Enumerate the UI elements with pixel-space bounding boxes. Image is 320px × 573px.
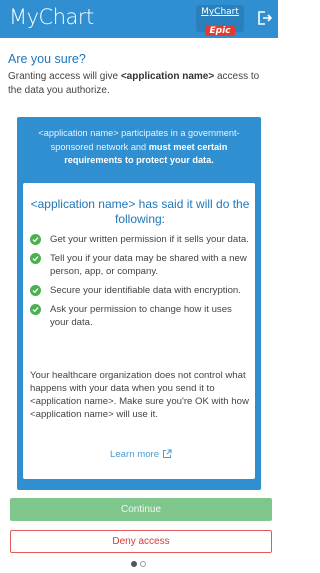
page-dot-inactive <box>140 561 146 567</box>
check-icon <box>30 234 41 245</box>
check-icon <box>30 304 41 315</box>
card-title: <application name> has said it will do t… <box>30 197 250 226</box>
external-link-icon <box>159 449 172 460</box>
pagination-dots <box>131 560 151 568</box>
learn-more-link[interactable]: Learn more <box>110 449 172 460</box>
list-item-text: Tell you if your data may be shared with… <box>50 253 247 277</box>
disclaimer-text: Your healthcare organization does not co… <box>30 370 249 420</box>
list-item-text: Secure your identifiable data with encry… <box>50 285 241 296</box>
mychart-epic-badge: MyChart Epic <box>196 5 244 36</box>
badge-epic-text: Epic <box>205 26 235 36</box>
page-dot-active <box>131 561 137 567</box>
commitments-list: Get your written permission if it sells … <box>30 233 252 335</box>
learn-more-label: Learn more <box>110 449 160 460</box>
list-item-text: Get your written permission if it sells … <box>50 234 249 245</box>
panel-note: <application name> participates in a gov… <box>22 127 256 168</box>
intro-text: Granting access will give <application n… <box>8 70 272 98</box>
check-icon <box>30 253 41 264</box>
intro-prefix: Granting access will give <box>8 71 121 82</box>
list-item: Get your written permission if it sells … <box>30 233 252 246</box>
list-item-text: Ask your permission to change how it use… <box>50 304 232 328</box>
logout-icon[interactable] <box>255 9 273 27</box>
app-header: MyChart MyChart Epic <box>0 0 278 38</box>
check-icon <box>30 285 41 296</box>
list-item: Secure your identifiable data with encry… <box>30 284 252 297</box>
deny-access-button[interactable]: Deny access <box>10 530 272 553</box>
badge-mychart-text: MyChart <box>201 7 239 17</box>
list-item: Tell you if your data may be shared with… <box>30 252 252 278</box>
continue-button[interactable]: Continue <box>10 498 272 521</box>
list-item: Ask your permission to change how it use… <box>30 303 252 329</box>
mychart-logo: MyChart <box>9 5 94 29</box>
intro-app-name: <application name> <box>120 71 215 82</box>
page-title: Are you sure? <box>8 52 86 66</box>
